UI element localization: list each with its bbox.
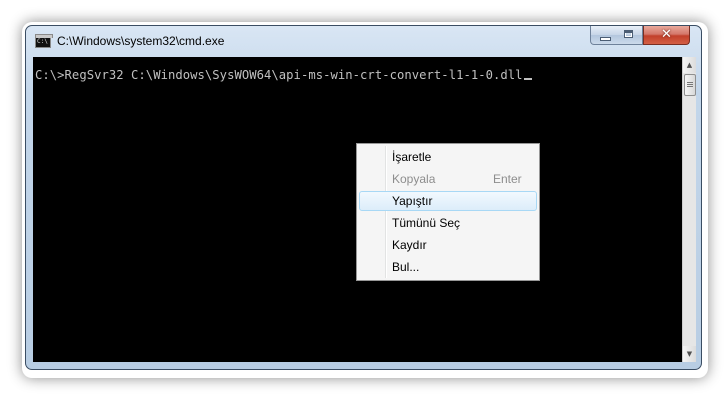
thumb-grip: [687, 84, 693, 85]
menu-item-kopyala[interactable]: Kopyala Enter: [359, 169, 537, 189]
menu-item-label: Bul...: [392, 260, 420, 274]
menu-item-label: Kaydır: [392, 238, 427, 252]
title-bar[interactable]: C:\ C:\Windows\system32\cmd.exe ✕: [26, 26, 701, 56]
maximize-button[interactable]: [616, 26, 643, 45]
scrollbar-thumb[interactable]: [684, 74, 696, 96]
window-title: C:\Windows\system32\cmd.exe: [57, 34, 225, 48]
close-icon: ✕: [661, 27, 672, 42]
text-cursor: [523, 78, 532, 80]
minimize-button[interactable]: [590, 26, 617, 45]
vertical-scrollbar[interactable]: ▲ ▼: [682, 57, 696, 362]
command-line: C:\>RegSvr32 C:\Windows\SysWOW64\api-ms-…: [35, 68, 532, 82]
menu-item-kaydir[interactable]: Kaydır: [359, 235, 537, 255]
menu-item-label: Kopyala: [392, 172, 436, 186]
menu-item-label: İşaretle: [392, 150, 432, 164]
menu-item-isaretle[interactable]: İşaretle: [359, 147, 537, 167]
context-menu: İşaretle Kopyala Enter Yapıştır Tümünü S…: [356, 143, 540, 281]
scroll-up-arrow-icon[interactable]: ▲: [683, 57, 696, 73]
menu-item-label: Tümünü Seç: [392, 216, 461, 230]
menu-item-tumunu-sec[interactable]: Tümünü Seç: [359, 213, 537, 233]
thumb-grip: [687, 86, 693, 87]
menu-item-accelerator: Enter: [493, 172, 522, 186]
scroll-down-arrow-icon[interactable]: ▼: [683, 346, 696, 362]
command-text: C:\>RegSvr32 C:\Windows\SysWOW64\api-ms-…: [35, 68, 523, 82]
minimize-icon: [600, 37, 611, 41]
menu-item-bul[interactable]: Bul...: [359, 257, 537, 277]
menu-item-label: Yapıştır: [392, 194, 433, 208]
menu-item-yapistir[interactable]: Yapıştır: [359, 191, 537, 211]
thumb-grip: [687, 82, 693, 83]
maximize-icon: [624, 30, 633, 38]
cmd-console-icon[interactable]: C:\: [35, 34, 53, 48]
close-button[interactable]: ✕: [643, 26, 690, 45]
